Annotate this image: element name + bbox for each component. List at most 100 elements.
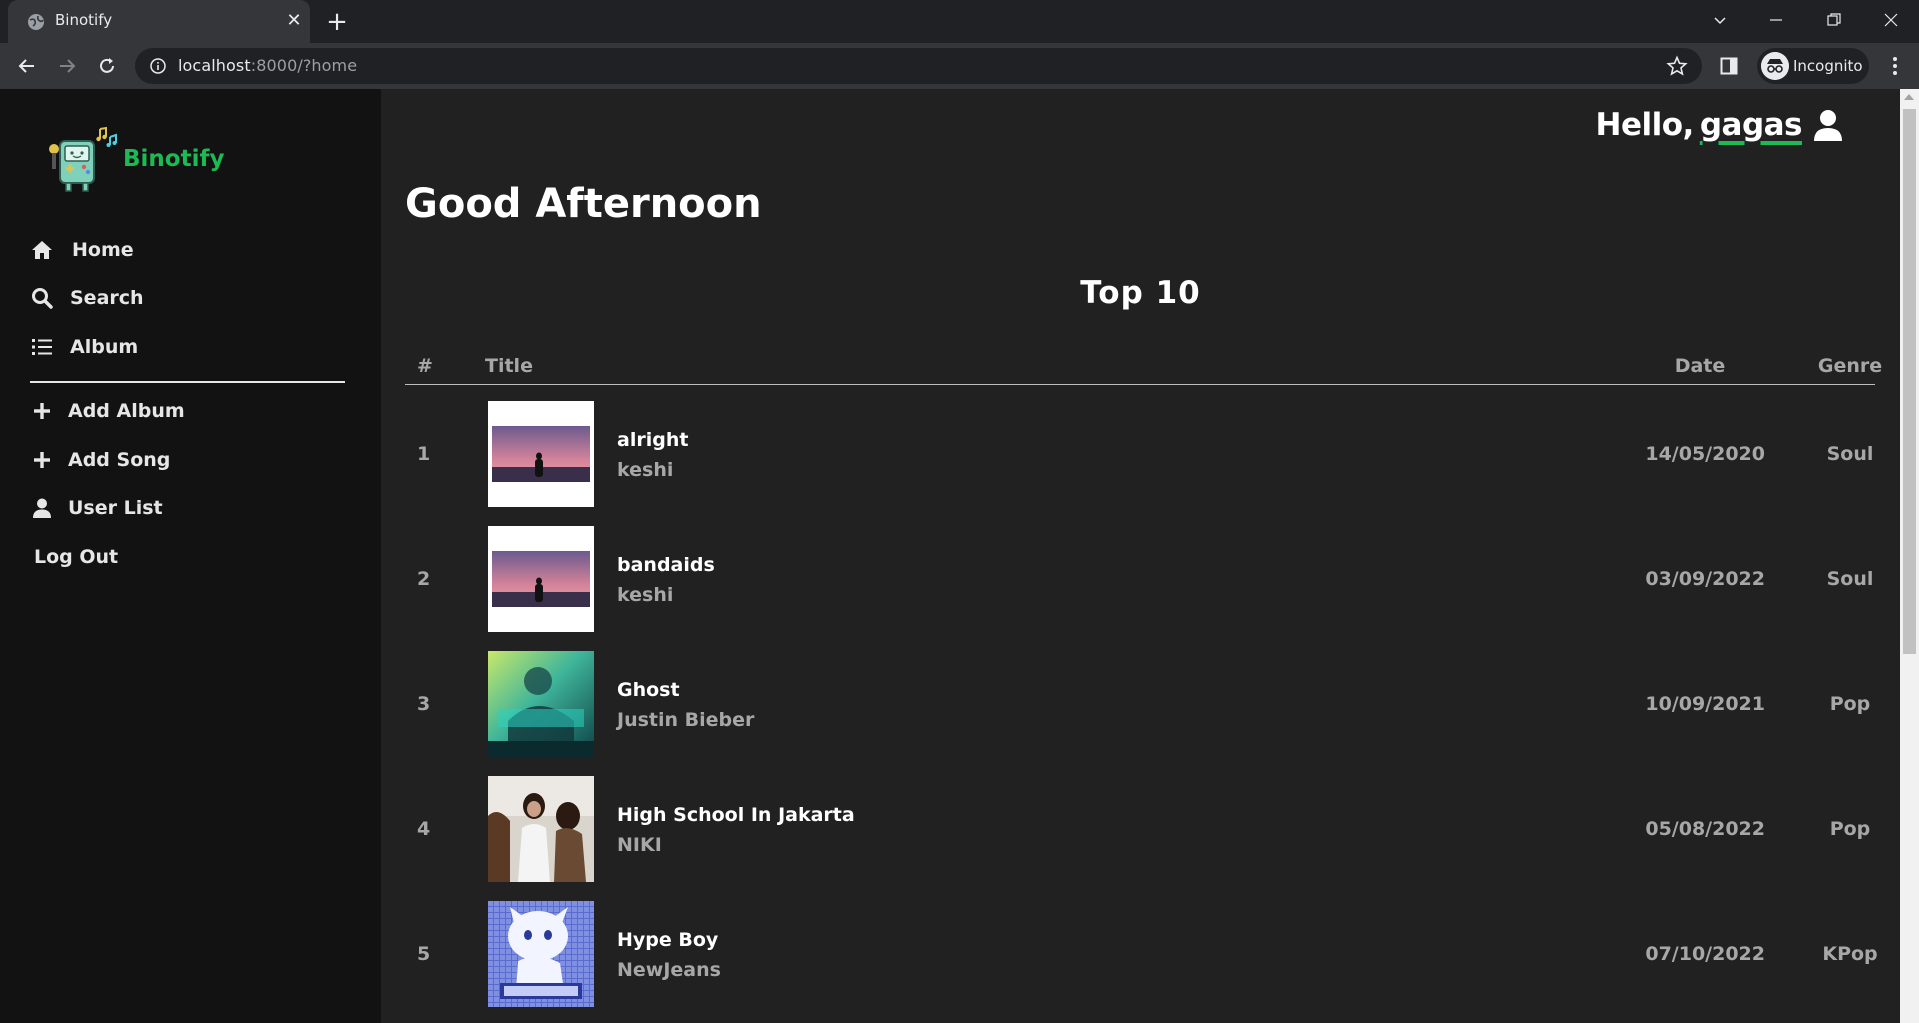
incognito-profile-button[interactable]: Incognito: [1757, 48, 1869, 84]
tab-bar: Binotify ✕ +: [0, 0, 1919, 43]
close-window-icon[interactable]: [1863, 0, 1919, 40]
username[interactable]: gagas: [1700, 107, 1803, 143]
table-row[interactable]: 4 High School In Jakarta NIKI 05/08/2022…: [405, 770, 1875, 895]
page-title: Good Afternoon: [405, 181, 762, 227]
browser-chrome: Binotify ✕ + localhost:8000/?home Incogn…: [0, 0, 1919, 89]
scrollbar-thumb[interactable]: [1903, 109, 1916, 654]
song-rank: 3: [417, 693, 431, 715]
song-artist: keshi: [617, 584, 674, 606]
sidebar-item-log-out[interactable]: Log Out: [34, 542, 118, 572]
song-rank: 4: [417, 818, 431, 840]
sidebar-item-add-album[interactable]: Add Album: [30, 396, 185, 426]
song-date: 10/09/2021: [1645, 693, 1765, 715]
incognito-icon: [1761, 52, 1789, 80]
sidebar-divider: [30, 381, 345, 383]
song-title[interactable]: High School In Jakarta: [617, 804, 855, 826]
album-cover[interactable]: [488, 401, 594, 507]
song-date: 14/05/2020: [1645, 443, 1765, 465]
globe-icon: [28, 14, 44, 30]
song-rank: 5: [417, 943, 431, 965]
column-header-num: #: [417, 355, 433, 377]
table-row[interactable]: 3 Ghost Justin Bieber 10/09/2021 Pop: [405, 645, 1875, 770]
sidebar-item-add-song[interactable]: Add Song: [30, 445, 170, 475]
restore-icon[interactable]: [1806, 0, 1862, 40]
url-text: localhost:8000/?home: [178, 56, 357, 75]
song-artist: NIKI: [617, 834, 662, 856]
sidebar-item-search[interactable]: Search: [30, 283, 144, 313]
side-panel-icon[interactable]: [1716, 53, 1742, 79]
page-scrollbar[interactable]: [1900, 89, 1919, 1023]
reload-icon[interactable]: [93, 52, 121, 80]
sidebar-item-label: Search: [70, 287, 144, 309]
sidebar-item-label: Log Out: [34, 546, 119, 568]
minimize-icon[interactable]: [1748, 0, 1804, 40]
url-path: :8000/?home: [250, 56, 358, 75]
table-header: # Title Date Genre: [405, 353, 1882, 385]
table-row[interactable]: 5 Hype Boy NewJeans 07/10/2022 KPop: [405, 895, 1878, 1020]
user-greeting[interactable]: Hello, gagas: [1596, 107, 1844, 143]
song-genre: Pop: [1829, 818, 1871, 840]
hello-text: Hello,: [1595, 107, 1695, 143]
user-icon: [30, 496, 54, 520]
scroll-up-icon[interactable]: [1904, 94, 1914, 100]
plus-icon: [30, 399, 54, 423]
song-title[interactable]: alright: [617, 429, 688, 451]
song-rank: 1: [417, 443, 431, 465]
sidebar-item-user-list[interactable]: User List: [30, 493, 163, 523]
sidebar-item-label: Home: [72, 239, 134, 261]
page: Binotify Home Search Album Add Album Add…: [0, 89, 1919, 1023]
song-genre: Soul: [1826, 568, 1874, 590]
user-icon[interactable]: [1812, 109, 1844, 141]
section-title: Top 10: [1080, 275, 1201, 311]
more-menu-icon[interactable]: [1883, 54, 1907, 78]
browser-tab[interactable]: Binotify ✕: [8, 0, 310, 43]
forward-icon[interactable]: [53, 52, 81, 80]
sidebar: Binotify Home Search Album Add Album Add…: [0, 89, 381, 1023]
album-cover[interactable]: [488, 651, 594, 757]
url-host: localhost: [178, 56, 251, 75]
song-title[interactable]: Hype Boy: [617, 929, 718, 951]
sidebar-item-label: Album: [70, 336, 139, 358]
album-cover[interactable]: [488, 901, 594, 1007]
sidebar-item-label: Add Album: [68, 400, 185, 422]
song-artist: keshi: [617, 459, 674, 481]
main-content: Hello, gagas Good Afternoon Top 10 # Tit…: [381, 89, 1900, 1023]
song-genre: Soul: [1826, 443, 1874, 465]
song-artist: NewJeans: [617, 959, 721, 981]
sidebar-item-album[interactable]: Album: [30, 332, 138, 362]
song-genre: KPop: [1822, 943, 1878, 965]
home-icon: [30, 238, 54, 262]
song-date: 03/09/2022: [1645, 568, 1765, 590]
close-tab-icon[interactable]: ✕: [284, 11, 304, 31]
browser-toolbar: localhost:8000/?home Incognito: [0, 43, 1919, 89]
incognito-label: Incognito: [1793, 57, 1863, 75]
new-tab-icon[interactable]: +: [323, 8, 351, 36]
song-artist: Justin Bieber: [617, 709, 755, 731]
song-genre: Pop: [1829, 693, 1871, 715]
song-date: 05/08/2022: [1645, 818, 1765, 840]
list-icon: [30, 335, 54, 359]
tab-search-icon[interactable]: [1692, 0, 1748, 40]
album-cover[interactable]: [488, 776, 594, 882]
table-row[interactable]: 1 alright keshi 14/05/2020 Soul: [405, 395, 1875, 520]
song-title[interactable]: Ghost: [617, 679, 680, 701]
sidebar-item-home[interactable]: Home: [30, 235, 134, 265]
sidebar-item-label: Add Song: [68, 449, 171, 471]
song-date: 07/10/2022: [1645, 943, 1765, 965]
column-header-title: Title: [485, 355, 533, 377]
album-cover[interactable]: [488, 526, 594, 632]
logo-icon[interactable]: [44, 125, 120, 195]
brand-name[interactable]: Binotify: [123, 146, 224, 172]
table-row[interactable]: 2 bandaids keshi 03/09/2022 Soul: [405, 520, 1875, 645]
plus-icon: [30, 448, 54, 472]
song-rank: 2: [417, 568, 431, 590]
tab-title: Binotify: [55, 11, 113, 29]
star-icon[interactable]: [1666, 55, 1688, 77]
column-header-genre: Genre: [1817, 355, 1883, 377]
sidebar-item-label: User List: [68, 497, 163, 519]
song-title[interactable]: bandaids: [617, 554, 715, 576]
address-bar[interactable]: localhost:8000/?home: [135, 48, 1702, 84]
search-icon: [30, 286, 54, 310]
info-icon[interactable]: [149, 57, 167, 75]
back-icon[interactable]: [13, 52, 41, 80]
